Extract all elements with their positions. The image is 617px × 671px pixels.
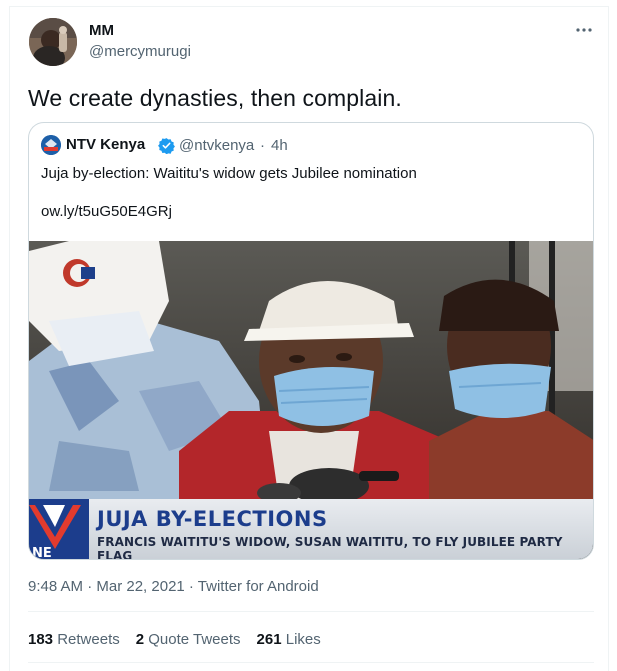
ntv-logo: NE [29, 499, 89, 560]
quoted-author-avatar[interactable] [41, 135, 61, 155]
retweets-stat[interactable]: 183 Retweets [28, 631, 120, 648]
author-name[interactable]: MM [89, 22, 114, 39]
quote-tweets-count: 2 [135, 631, 145, 648]
more-options-icon[interactable] [574, 22, 594, 38]
author-avatar[interactable] [29, 18, 77, 66]
quoted-tweet-text: Juja by-election: Waititu's widow gets J… [41, 165, 417, 182]
tweet-timestamp[interactable]: 9:48 AM · Mar 22, 2021 · Twitter for And… [28, 578, 319, 595]
divider [28, 611, 594, 612]
quoted-tweet[interactable]: NTV Kenya @ntvkenya · 4h Juja by-electio… [28, 122, 594, 560]
quoted-separator: · [260, 137, 265, 154]
divider [28, 662, 594, 663]
tweet-stats: 183 Retweets 2 Quote Tweets 261 Likes [28, 631, 337, 648]
quoted-author-handle[interactable]: @ntvkenya [179, 137, 254, 154]
retweets-label: Retweets [57, 631, 120, 648]
verified-badge-icon [158, 137, 175, 155]
news-banner: NE JUJA BY-ELECTIONS FRANCIS WAITITU'S W… [29, 499, 593, 560]
retweets-count: 183 [28, 631, 54, 648]
svg-text:NE: NE [32, 546, 52, 560]
quote-tweets-label: Quote Tweets [148, 631, 241, 648]
quoted-tweet-link[interactable]: ow.ly/t5uG50E4GRj [41, 203, 172, 220]
quoted-media-image[interactable]: NE JUJA BY-ELECTIONS FRANCIS WAITITU'S W… [29, 241, 593, 560]
likes-count: 261 [256, 631, 282, 648]
tweet-text: We create dynasties, then complain. [28, 85, 402, 111]
quoted-author-name[interactable]: NTV Kenya [66, 136, 145, 153]
quote-tweets-stat[interactable]: 2 Quote Tweets [136, 631, 241, 648]
news-banner-title: JUJA BY-ELECTIONS [97, 507, 328, 531]
news-banner-subtitle: FRANCIS WAITITU'S WIDOW, SUSAN WAITITU, … [97, 535, 563, 560]
author-handle[interactable]: @mercymurugi [89, 43, 191, 60]
likes-stat[interactable]: 261 Likes [257, 631, 321, 648]
likes-label: Likes [285, 631, 321, 648]
quoted-timestamp[interactable]: 4h [271, 137, 288, 154]
